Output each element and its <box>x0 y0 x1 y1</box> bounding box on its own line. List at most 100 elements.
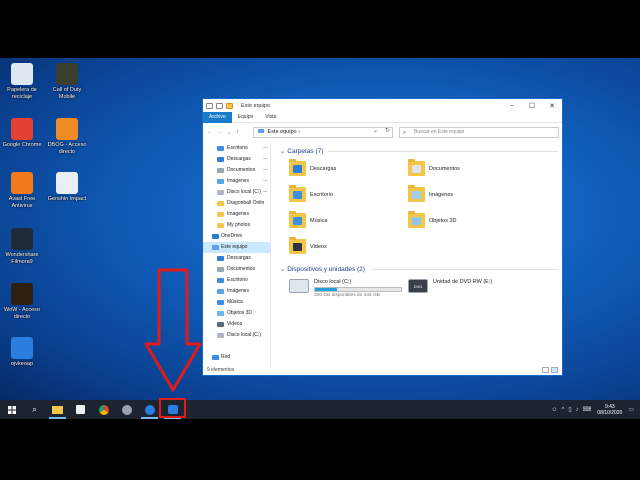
forward-icon[interactable]: → <box>217 129 223 136</box>
nav-item[interactable]: Este equipo <box>203 242 270 253</box>
folder-badge-icon <box>293 165 302 173</box>
show-hidden-icons-chevron-icon[interactable]: ^ <box>561 407 564 413</box>
breadcrumb-chevron-icon: › <box>298 129 300 135</box>
nav-item[interactable]: Escritorio ⊸ <box>203 143 270 154</box>
nav-item[interactable]: Videos <box>203 319 270 330</box>
title-bar: Este equipo – ☐ ✕ <box>203 99 562 112</box>
large-icons-view-icon[interactable] <box>551 367 558 373</box>
folder-item[interactable]: Música <box>289 211 327 228</box>
nav-item-label: Escritorio <box>227 145 248 151</box>
details-view-icon[interactable] <box>542 367 549 373</box>
window-app-icon <box>206 102 213 109</box>
maximize-button[interactable]: ☐ <box>522 99 542 112</box>
desktop-icon[interactable]: Papelera de reciclaje <box>0 63 44 100</box>
devices-section-header[interactable]: ⌄ Dispositivos y unidades (2) <box>280 265 558 273</box>
folder-icon <box>408 185 425 202</box>
nav-item-icon <box>217 278 224 283</box>
address-bar[interactable]: Este equipo › <box>253 127 393 138</box>
nav-item-icon <box>217 201 224 206</box>
screen: Papelera de reciclaje Call of Duty Mobile… <box>0 0 640 480</box>
nav-item[interactable]: Escritorio <box>203 275 270 286</box>
nav-item-icon <box>217 322 224 327</box>
nav-item[interactable]: Música <box>203 297 270 308</box>
desktop-icon-label: Avast Free Antivirus <box>8 196 36 209</box>
desktop-icon[interactable]: Wondershare Filmora9 <box>0 228 44 265</box>
language-icon[interactable]: ⌨ <box>583 406 592 413</box>
folder-item[interactable]: Descargas <box>289 159 336 176</box>
recent-dropdown-icon[interactable]: ⌄ <box>227 129 232 136</box>
new-folder-icon[interactable] <box>226 102 233 109</box>
nav-item[interactable]: Imágenes <box>203 209 270 220</box>
nav-item[interactable]: Disco local (C:) <box>203 330 270 341</box>
clock[interactable]: 9:43 08/10/2020 <box>597 404 622 416</box>
desktop-icon[interactable]: ojvkeoap <box>0 337 44 368</box>
people-icon[interactable]: ☺ <box>551 407 557 413</box>
desktop-icon[interactable]: WoW - Acceso directo <box>0 283 44 320</box>
desktop-app-icon <box>56 172 78 194</box>
taskbar-store[interactable] <box>69 400 92 419</box>
desktop-icon[interactable]: DBOG - Acceso directo <box>45 118 89 155</box>
folder-label: Videos <box>310 243 327 250</box>
nav-item[interactable]: Red <box>203 352 270 363</box>
desktop-icon[interactable]: Genshin Impact <box>45 172 89 203</box>
nav-item[interactable]: Disco local (C:) ⊸ <box>203 187 270 198</box>
hard-drive-icon <box>289 279 309 293</box>
nav-item[interactable]: Imágenes <box>203 286 270 297</box>
folder-item[interactable]: Escritorio <box>289 185 333 202</box>
desktop-icon-label: ojvkeoap <box>10 361 34 367</box>
back-icon[interactable]: ← <box>207 129 213 136</box>
tab-vista[interactable]: Vista <box>259 112 282 123</box>
search-placeholder: Buscar en Este equipo <box>414 129 465 135</box>
taskbar-search-button[interactable]: ⌕ <box>23 400 46 419</box>
nav-item-label: OneDrive <box>221 233 243 239</box>
ribbon-tabs: Archivo Equipo Vista <box>203 111 562 123</box>
folder-icon <box>289 211 306 228</box>
tab-equipo[interactable]: Equipo <box>232 112 260 123</box>
nav-item[interactable]: Imágenes ⊸ <box>203 176 270 187</box>
network-icon[interactable]: ▯ <box>568 406 571 413</box>
close-button[interactable]: ✕ <box>542 99 562 112</box>
volume-icon[interactable]: ♪ <box>576 407 579 413</box>
nav-item[interactable]: OneDrive <box>203 231 270 242</box>
start-button[interactable] <box>0 400 23 419</box>
tab-archivo[interactable]: Archivo <box>203 111 232 123</box>
nav-item[interactable]: Documentos <box>203 264 270 275</box>
folder-item[interactable]: Imágenes <box>408 185 453 202</box>
highlight-box-annotation <box>159 398 186 418</box>
nav-item[interactable]: Descargas <box>203 253 270 264</box>
minimize-button[interactable]: – <box>502 99 522 112</box>
desktop-icon[interactable]: Google Chrome <box>0 118 44 149</box>
notifications-icon[interactable]: ▭ <box>628 406 634 413</box>
quick-access-properties-icon[interactable] <box>216 102 223 109</box>
edge-icon <box>144 404 155 415</box>
taskbar-wow[interactable] <box>115 400 138 419</box>
nav-item[interactable]: Descargas ⊸ <box>203 154 270 165</box>
nav-item[interactable]: Documentos ⊸ <box>203 165 270 176</box>
nav-item[interactable]: My photos <box>203 220 270 231</box>
search-input[interactable]: ⌕ Buscar en Este equipo <box>399 127 559 138</box>
folder-item[interactable]: Objetos 3D <box>408 211 457 228</box>
desktop-icon[interactable]: Call of Duty Mobile <box>45 63 89 100</box>
nav-item-label: Descargas <box>227 156 251 162</box>
drive-item[interactable]: Disco local (C:) 330 GB disponibles de 44… <box>289 279 402 298</box>
taskbar-edge[interactable] <box>138 400 161 419</box>
folder-item[interactable]: Videos <box>289 237 327 254</box>
address-dropdown-icon[interactable]: ⌄ <box>373 127 378 134</box>
taskbar-explorer[interactable] <box>46 400 69 419</box>
taskbar-chrome[interactable] <box>92 400 115 419</box>
dvd-drive-icon: DVD <box>408 279 428 293</box>
folder-icon <box>408 159 425 176</box>
nav-item-label: My photos <box>227 222 251 228</box>
nav-item-label: Disco local (C:) <box>227 189 261 195</box>
folder-item[interactable]: Documentos <box>408 159 460 176</box>
drive-free-space: 330 GB disponibles de 445 GB <box>314 293 380 298</box>
nav-item[interactable]: Dragonball Onlin <box>203 198 270 209</box>
nav-item-label: Este equipo <box>221 244 248 250</box>
nav-item[interactable]: Objetos 3D <box>203 308 270 319</box>
drive-item[interactable]: DVD Unidad de DVD RW (E:) <box>408 279 492 293</box>
folder-label: Objetos 3D <box>429 217 457 224</box>
up-icon[interactable]: ↑ <box>236 129 239 136</box>
desktop-icon[interactable]: Avast Free Antivirus <box>0 172 44 209</box>
folders-section-header[interactable]: ⌄ Carpetas (7) <box>280 147 558 155</box>
refresh-icon[interactable]: ↻ <box>385 127 390 134</box>
